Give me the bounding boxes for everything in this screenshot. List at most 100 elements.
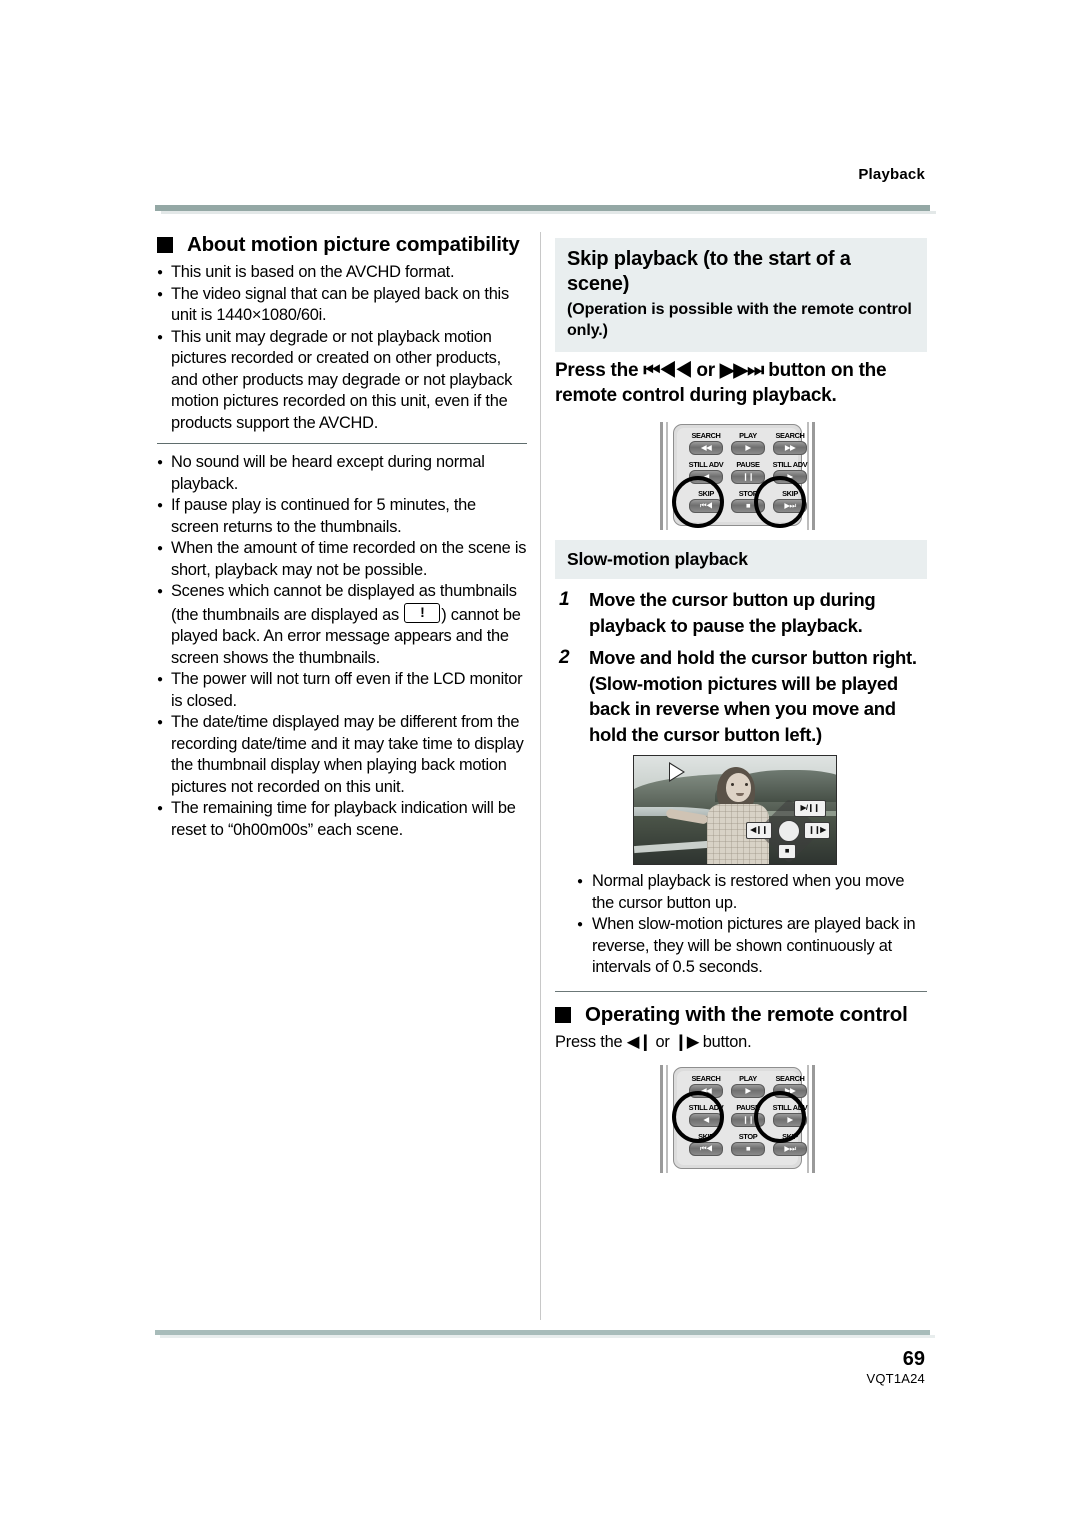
skip-playback-band: Skip playback (to the start of a scene) … (555, 238, 927, 352)
remote-key: ▶ (731, 441, 765, 455)
remote-edge-left (660, 422, 663, 530)
remote-section-instruction: Press the ◀❙ or ❙▶ button. (555, 1032, 927, 1054)
step-number: 2 (559, 647, 570, 668)
black-square-bullet-icon (157, 237, 173, 253)
top-rule-shadow (161, 211, 936, 214)
remote-button-search-right: SEARCH ▶▶ (772, 432, 808, 455)
step-number: 1 (559, 589, 570, 610)
list-item: No sound will be heard except during nor… (157, 451, 527, 495)
instruction-or-1: or (651, 1032, 675, 1051)
remote-key: ⏮◀ (689, 1142, 723, 1156)
girl-eye-left (730, 783, 734, 786)
remote-section-heading-text: Operating with the remote control (585, 1002, 908, 1026)
lcd-screen-illustration: ▶/❙❙ ◀❙❙ ❙❙▶ ■ (633, 755, 837, 865)
remote-button-stop: STOP ■ (730, 1133, 766, 1156)
remote-button-play: PLAY ▶ (730, 1075, 766, 1098)
remote-edge-left (660, 1065, 663, 1173)
instruction-text-2: button. (698, 1032, 752, 1051)
separator-rule-bottom (555, 990, 927, 992)
bottom-rule-shadow (160, 1335, 935, 1338)
page-number: 69 (902, 1348, 925, 1370)
highlight-ring-still-adv-right (754, 1091, 806, 1143)
remote-edge-right (812, 1065, 815, 1173)
list-item: When the amount of time recorded on the … (157, 537, 527, 581)
manual-page: Playback About motion picture compatibil… (0, 0, 1080, 1526)
highlight-ring-skip-left (672, 476, 724, 528)
remote-button-label: SEARCH (775, 1074, 805, 1083)
remote-key: ▶ (731, 1084, 765, 1098)
footer: 69 VQT1A24 (0, 1348, 926, 1388)
skip-playback-instruction: Press the ⏮◀◀ or ▶▶⏭ button on the remot… (555, 358, 927, 408)
skip-playback-subtitle: (Operation is possible with the remote c… (567, 301, 912, 339)
compatibility-bullet-list: This unit is based on the AVCHD format. … (157, 261, 527, 435)
right-column: Skip playback (to the start of a scene) … (555, 238, 927, 1183)
running-head: Playback (858, 166, 925, 183)
stop-icon: ■ (746, 1144, 751, 1153)
remote-control-illustration: SEARCH ◀◀ PLAY ▶ SEARCH ▶▶ STILL ADV ◀ P… (660, 1061, 815, 1179)
step-text: Move and hold the cursor button right. (… (589, 647, 917, 745)
list-item: Normal playback is restored when you mov… (577, 870, 927, 914)
remote-button-pause: PAUSE ❙❙ (730, 461, 766, 484)
left-column-heading-text: About motion picture compatibility (187, 233, 520, 256)
skip-playback-title: Skip playback (to the start of a scene) (567, 248, 851, 295)
remote-button-search-left: SEARCH ◀◀ (688, 432, 724, 455)
remote-control-illustration: SEARCH ◀◀ PLAY ▶ SEARCH ▶▶ STILL ADV ◀ P… (660, 418, 815, 536)
remote-diagram-still-adv: SEARCH ◀◀ PLAY ▶ SEARCH ▶▶ STILL ADV ◀ P… (555, 1061, 927, 1183)
top-rule (155, 205, 936, 214)
remote-button-play: PLAY ▶ (730, 432, 766, 455)
slow-motion-band: Slow-motion playback (555, 540, 927, 579)
remote-edge-left-inner (666, 422, 668, 530)
instruction-text-1: Press the (555, 1032, 627, 1051)
highlight-ring-skip-right (754, 476, 806, 528)
black-square-bullet-icon (555, 1006, 571, 1023)
remote-button-label: PLAY (739, 1074, 757, 1083)
remote-key: ▶⏭ (773, 1142, 807, 1156)
instruction-text-1: Press the (555, 360, 644, 381)
remote-key: ❙❙ (731, 470, 765, 484)
osd-slow-forward-icon: ❙❙▶ (804, 822, 830, 839)
list-item: If pause play is continued for 5 minutes… (157, 494, 527, 538)
pause-icon: ❙❙ (742, 472, 754, 481)
bottom-rule (155, 1330, 935, 1338)
slow-motion-step-1: 1 Move the cursor button up during playb… (555, 587, 927, 638)
remote-button-label: PLAY (739, 431, 757, 440)
remote-button-label: SEARCH (775, 431, 805, 440)
left-column-heading: About motion picture compatibility (157, 232, 527, 258)
still-advance-right-glyph-icon: ❙▶ (674, 1032, 699, 1051)
osd-slow-reverse-icon: ◀❙❙ (746, 822, 772, 839)
osd-play-indicator-icon (670, 763, 684, 780)
girl-mouth (736, 792, 744, 796)
skip-forward-icon: ▶⏭ (784, 1144, 796, 1153)
left-column: About motion picture compatibility This … (157, 232, 527, 841)
remote-button-label: SEARCH (691, 1074, 721, 1083)
playback-notes-list: No sound will be heard except during nor… (157, 451, 527, 841)
remote-button-label: STILL ADV (772, 460, 808, 469)
list-item: This unit is based on the AVCHD format. (157, 261, 527, 283)
step-text: Move the cursor button up during playbac… (589, 589, 876, 636)
girl-face (725, 773, 751, 803)
slow-motion-title: Slow-motion playback (567, 549, 748, 569)
slow-motion-notes-list: Normal playback is restored when you mov… (577, 870, 927, 979)
lcd-screen-illustration-wrap: ▶/❙❙ ◀❙❙ ❙❙▶ ■ (555, 755, 927, 867)
list-item: When slow-motion pictures are played bac… (577, 913, 927, 979)
remote-key: ■ (731, 1142, 765, 1156)
remote-edge-right (812, 422, 815, 530)
remote-button-label: STILL ADV (688, 460, 724, 469)
skip-back-icon: ⏮◀ (699, 1144, 713, 1153)
remote-key: ▶▶ (773, 441, 807, 455)
list-item: This unit may degrade or not playback mo… (157, 326, 527, 435)
document-id: VQT1A24 (866, 1371, 925, 1386)
rewind-icon: ◀◀ (700, 443, 712, 452)
skip-forward-glyph-icon: ▶▶⏭ (719, 360, 764, 381)
slow-motion-step-2: 2 Move and hold the cursor button right.… (555, 645, 927, 747)
remote-button-label: SEARCH (691, 431, 721, 440)
separator-rule (157, 443, 527, 444)
list-item: The video signal that can be played back… (157, 283, 527, 327)
osd-stop-icon: ■ (778, 844, 796, 859)
remote-key: ◀◀ (689, 441, 723, 455)
osd-play-pause-icon: ▶/❙❙ (794, 800, 826, 817)
remote-section-heading: Operating with the remote control (555, 1002, 927, 1028)
remote-button-label: PAUSE (736, 460, 760, 469)
list-item: The power will not turn off even if the … (157, 668, 527, 712)
skip-back-glyph-icon: ⏮◀◀ (643, 360, 692, 381)
